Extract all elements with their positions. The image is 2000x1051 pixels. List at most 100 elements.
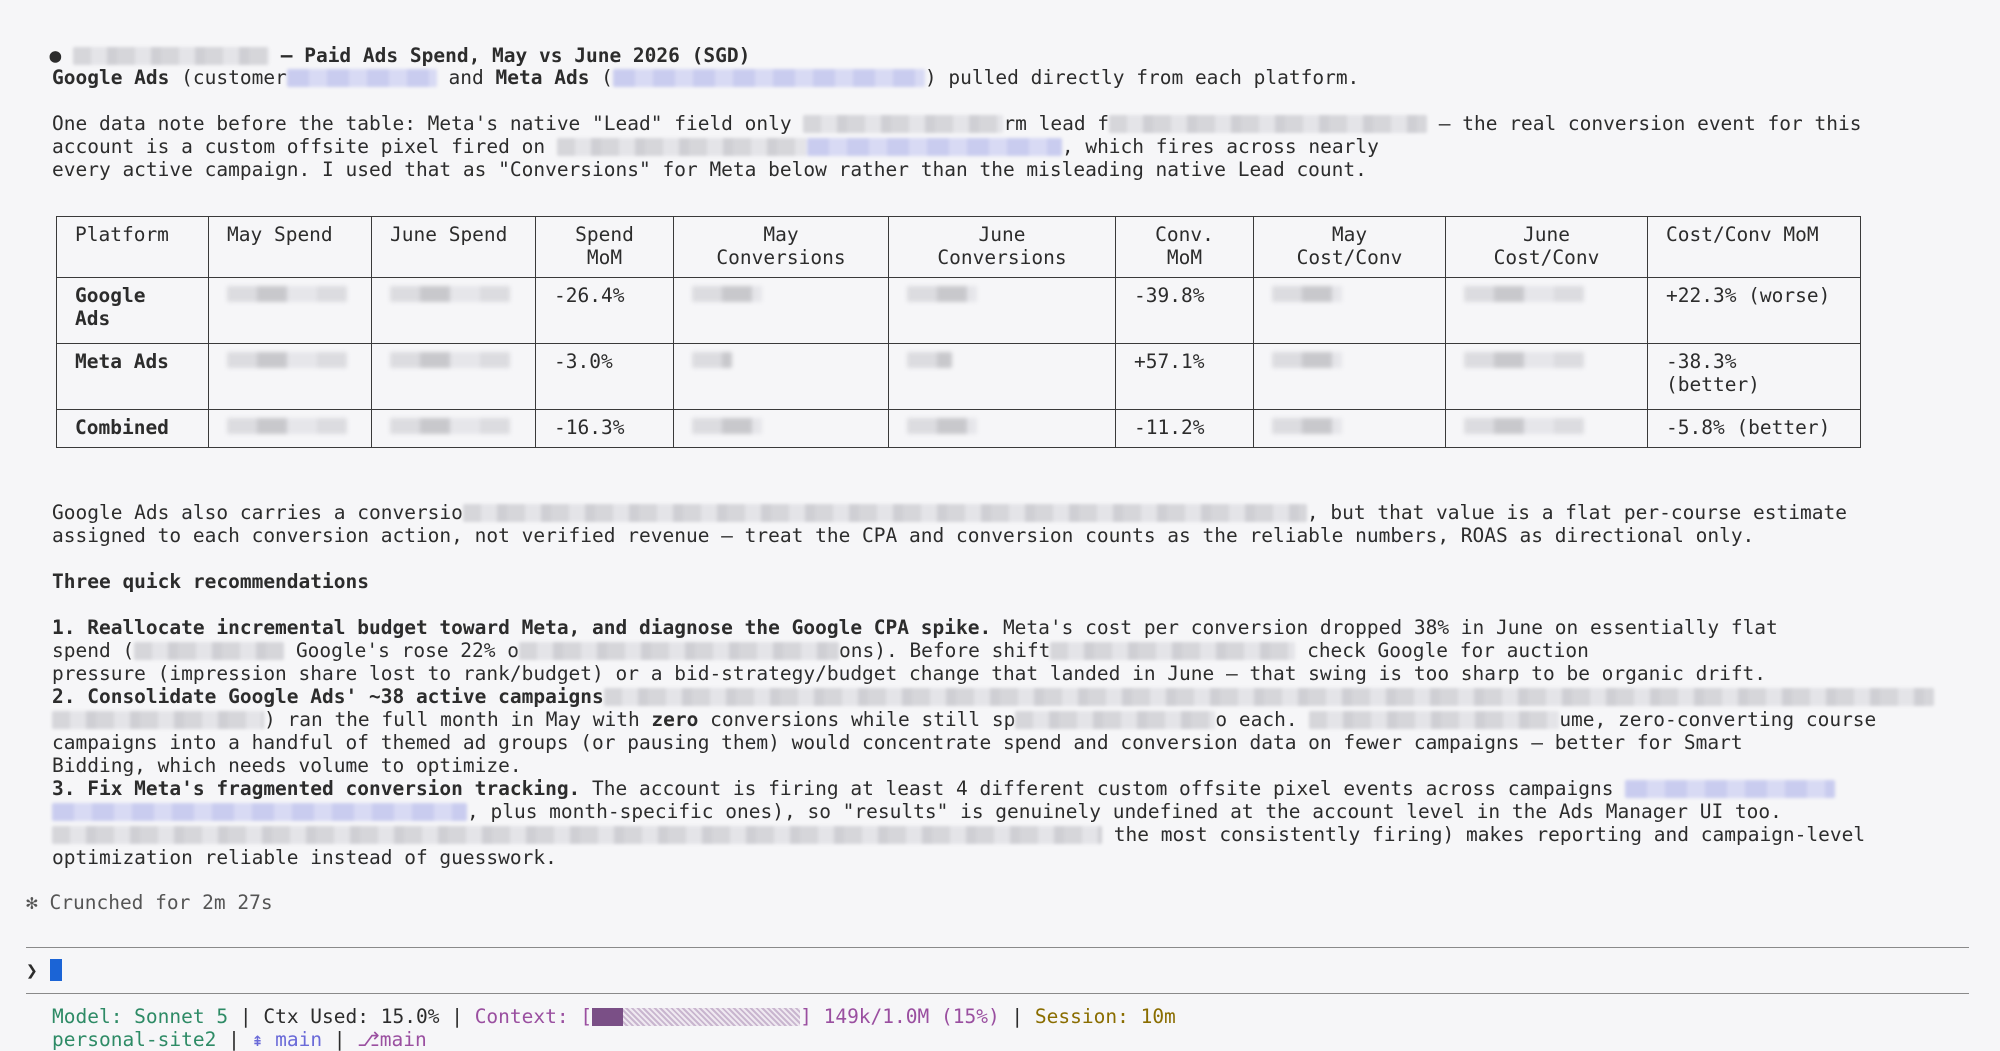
rec-2-text-b: conversions while still sp: [698, 708, 1016, 731]
redacted-cell: [371, 409, 536, 448]
note-text-a: One data note before the table: Meta's n…: [52, 112, 792, 135]
prompt-chevron-icon: ❯: [26, 959, 38, 982]
paren-open: (: [589, 66, 613, 89]
table-header-row: Platform May Spend June Spend Spend MoM …: [56, 216, 1861, 278]
row-conv-mom: +57.1%: [1115, 343, 1254, 410]
meta-ads-label: Meta Ads: [495, 66, 590, 89]
context-progress-bar: [592, 1008, 801, 1026]
input-top-divider: [26, 947, 1969, 948]
col-spend-mom: Spend MoM: [535, 216, 674, 278]
rec-3-line-1: 3. Fix Meta's fragmented conversion trac…: [52, 777, 1836, 800]
rec-1-line-3: pressure (impression share lost to rank/…: [52, 662, 1767, 685]
status-text: Crunched for 2m 27s: [49, 891, 273, 914]
note-text-c: — the real conversion event for this: [1438, 112, 1862, 135]
rec-2-line-3: campaigns into a handful of themed ad gr…: [52, 731, 1743, 754]
redacted-cell: [888, 343, 1116, 410]
redacted-note-4: [806, 138, 1062, 156]
separator: |: [999, 1005, 1035, 1028]
text-cursor: [49, 959, 62, 981]
redacted-cell: [371, 277, 536, 344]
redacted-cell: [1445, 277, 1648, 344]
redacted-cell: [1253, 343, 1446, 410]
redacted-meta-account: [612, 69, 925, 87]
rec-2-line-4: Bidding, which needs volume to optimize.: [52, 754, 522, 777]
rec-1-text-b: spend (: [52, 639, 135, 662]
row-spend-mom: -3.0%: [535, 343, 674, 410]
redacted-pixel-id-1: [1625, 780, 1836, 798]
input-bottom-divider: [26, 993, 1969, 994]
redacted-cell: [208, 409, 372, 448]
redacted-rec-1c: [1050, 642, 1296, 660]
context-progress-fill: [592, 1008, 624, 1026]
row-spend-mom: -26.4%: [535, 277, 674, 344]
redacted-cell: [1253, 277, 1446, 344]
rec-3-line-4: optimization reliable instead of guesswo…: [52, 846, 557, 869]
rec-3-text-a: The account is firing at least 4 differe…: [580, 777, 1614, 800]
and-text: and: [436, 66, 496, 89]
note-line-2: account is a custom offsite pixel fired …: [52, 135, 1379, 158]
status-line: ✻ Crunched for 2m 27s: [26, 891, 273, 914]
redacted-cell: [1445, 343, 1648, 410]
ctx-used: Ctx Used: 15.0%: [263, 1005, 440, 1028]
col-may-spend: May Spend: [208, 216, 372, 278]
col-conv-mom: Conv. MoM: [1115, 216, 1254, 278]
pulled-text: ) pulled directly from each platform.: [924, 66, 1360, 89]
col-platform: Platform: [56, 216, 209, 278]
redacted-note-3: [556, 138, 807, 156]
row-cost-conv-mom: +22.3% (worse): [1647, 277, 1861, 344]
row-platform: Google Ads: [56, 277, 209, 344]
note-text-b: rm lead f: [1003, 112, 1110, 135]
redacted-note-2: [1109, 115, 1428, 133]
response-header: ● — Paid Ads Spend, May vs June 2026 (SG…: [26, 21, 750, 67]
rec-3-text-c: the most consistently firing) makes repo…: [1113, 823, 1866, 846]
redacted-cell: [673, 277, 889, 344]
table-row: Meta Ads -3.0% +57.1% -38.3% (better): [56, 343, 1861, 410]
col-cost-conv-mom: Cost/Conv MoM: [1647, 216, 1861, 278]
redacted-rec-2d: [1309, 711, 1560, 729]
roas-line-2: assigned to each conversion action, not …: [52, 524, 1755, 547]
footer-status-line-1: Model: Sonnet 5 | Ctx Used: 15.0% | Cont…: [52, 1005, 1176, 1028]
rec-2-text-d: ume, zero-converting course: [1559, 708, 1877, 731]
note-text-e: , which fires across nearly: [1061, 135, 1379, 158]
redacted-cell: [673, 343, 889, 410]
rec-1-text-e: check Google for auction: [1307, 639, 1589, 662]
redacted-pixel-id-2: [52, 803, 467, 821]
rec-2-text-c: o each.: [1215, 708, 1298, 731]
spend-comparison-table: Platform May Spend June Spend Spend MoM …: [56, 216, 1861, 448]
redacted-rec-3: [52, 826, 1102, 844]
table-row: Combined -16.3% -11.2% -5.8% (better): [56, 409, 1861, 448]
redacted-cell: [888, 277, 1116, 344]
rec-1-text-c: Google's rose 22% o: [295, 639, 519, 662]
rec-3-line-3: the most consistently firing) makes repo…: [52, 823, 1865, 846]
redacted-rec-1b: [519, 642, 839, 660]
sparkle-icon: ✻: [26, 891, 38, 914]
rec-1-text-a: Meta's cost per conversion dropped 38% i…: [991, 616, 1778, 639]
rec-3-line-2: , plus month-specific ones), so "results…: [52, 800, 1782, 823]
model-indicator: Model: Sonnet 5: [52, 1005, 229, 1028]
rec-3-text-b: , plus month-specific ones), so "results…: [467, 800, 1782, 823]
prompt-input[interactable]: ❯: [26, 959, 62, 982]
rec-2-text-a: ) ran the full month in May with: [264, 708, 652, 731]
redacted-cell: [208, 343, 372, 410]
redacted-roas: [462, 504, 1307, 522]
intro-line: Google Ads (customer and Meta Ads () pul…: [52, 66, 1359, 89]
redacted-cell: [1445, 409, 1648, 448]
col-june-conversions: June Conversions: [888, 216, 1116, 278]
redacted-rec-1a: [134, 642, 285, 660]
rec-2-line-1: 2. Consolidate Google Ads' ~38 active ca…: [52, 685, 1934, 708]
redacted-rec-2c: [1015, 711, 1216, 729]
redacted-title: [72, 47, 269, 65]
roas-line-1: Google Ads also carries a conversio , but…: [52, 501, 1847, 524]
col-june-cost-conv: June Cost/Conv: [1445, 216, 1648, 278]
redacted-cell: [673, 409, 889, 448]
roas-text-b: , but that value is a flat per-course es…: [1306, 501, 1847, 524]
recommendations-heading: Three quick recommendations: [52, 570, 369, 593]
context-value: 149k/1.0M (15%): [811, 1005, 1000, 1028]
separator: |: [439, 1005, 475, 1028]
rec-2-line-2: ) ran the full month in May with zero co…: [52, 708, 1876, 731]
redacted-cell: [888, 409, 1116, 448]
redacted-rec-2b: [52, 711, 264, 729]
separator: |: [228, 1005, 264, 1028]
row-cost-conv-mom: -5.8% (better): [1647, 409, 1861, 448]
table-row: Google Ads -26.4% -39.8% +22.3% (worse): [56, 277, 1861, 344]
